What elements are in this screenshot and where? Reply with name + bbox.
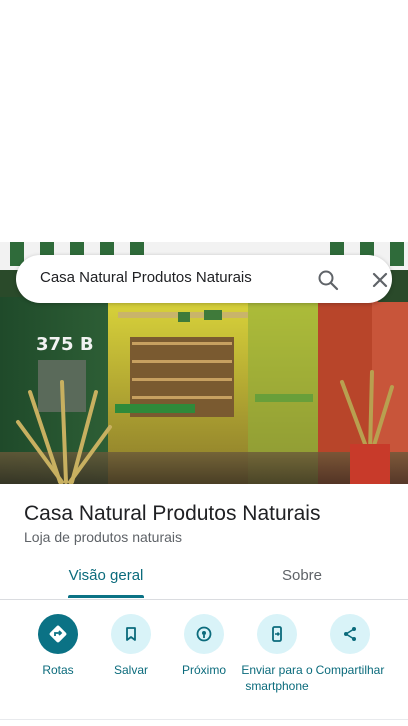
search-bar[interactable]: Casa Natural Produtos Naturais — [16, 255, 392, 303]
tab-bar: Visão geral Sobre — [0, 558, 408, 600]
nearby-button[interactable]: Próximo — [164, 614, 244, 678]
active-tab-indicator — [68, 595, 144, 598]
place-title: Casa Natural Produtos Naturais — [24, 502, 321, 525]
send-to-phone-icon — [257, 614, 297, 654]
place-category[interactable]: Loja de produtos naturais — [24, 529, 182, 545]
tab-overview[interactable]: Visão geral — [60, 558, 152, 600]
send-to-phone-label: Enviar para o smartphone — [241, 663, 313, 693]
save-button[interactable]: Salvar — [91, 614, 171, 678]
nearby-label: Próximo — [181, 663, 226, 677]
address-number: 375 B — [36, 334, 94, 355]
svg-text:375 B: 375 B — [36, 334, 94, 355]
bookmark-icon — [111, 614, 151, 654]
save-label: Salvar — [113, 663, 148, 677]
search-icon[interactable] — [315, 267, 341, 293]
share-button[interactable]: Compartilhar — [310, 614, 390, 678]
divider — [0, 719, 408, 720]
close-icon[interactable] — [367, 267, 393, 293]
share-icon — [330, 614, 370, 654]
directions-label: Rotas — [42, 663, 74, 677]
share-label: Compartilhar — [315, 663, 385, 677]
directions-button[interactable]: Rotas — [18, 614, 98, 678]
map-area[interactable] — [0, 0, 408, 242]
action-bar: Rotas Salvar Próximo Enviar para o smart… — [0, 614, 408, 714]
search-input[interactable]: Casa Natural Produtos Naturais — [40, 269, 252, 286]
tab-about[interactable]: Sobre — [256, 558, 348, 600]
nearby-icon — [184, 614, 224, 654]
directions-icon — [38, 614, 78, 654]
send-to-phone-button[interactable]: Enviar para o smartphone — [237, 614, 317, 694]
